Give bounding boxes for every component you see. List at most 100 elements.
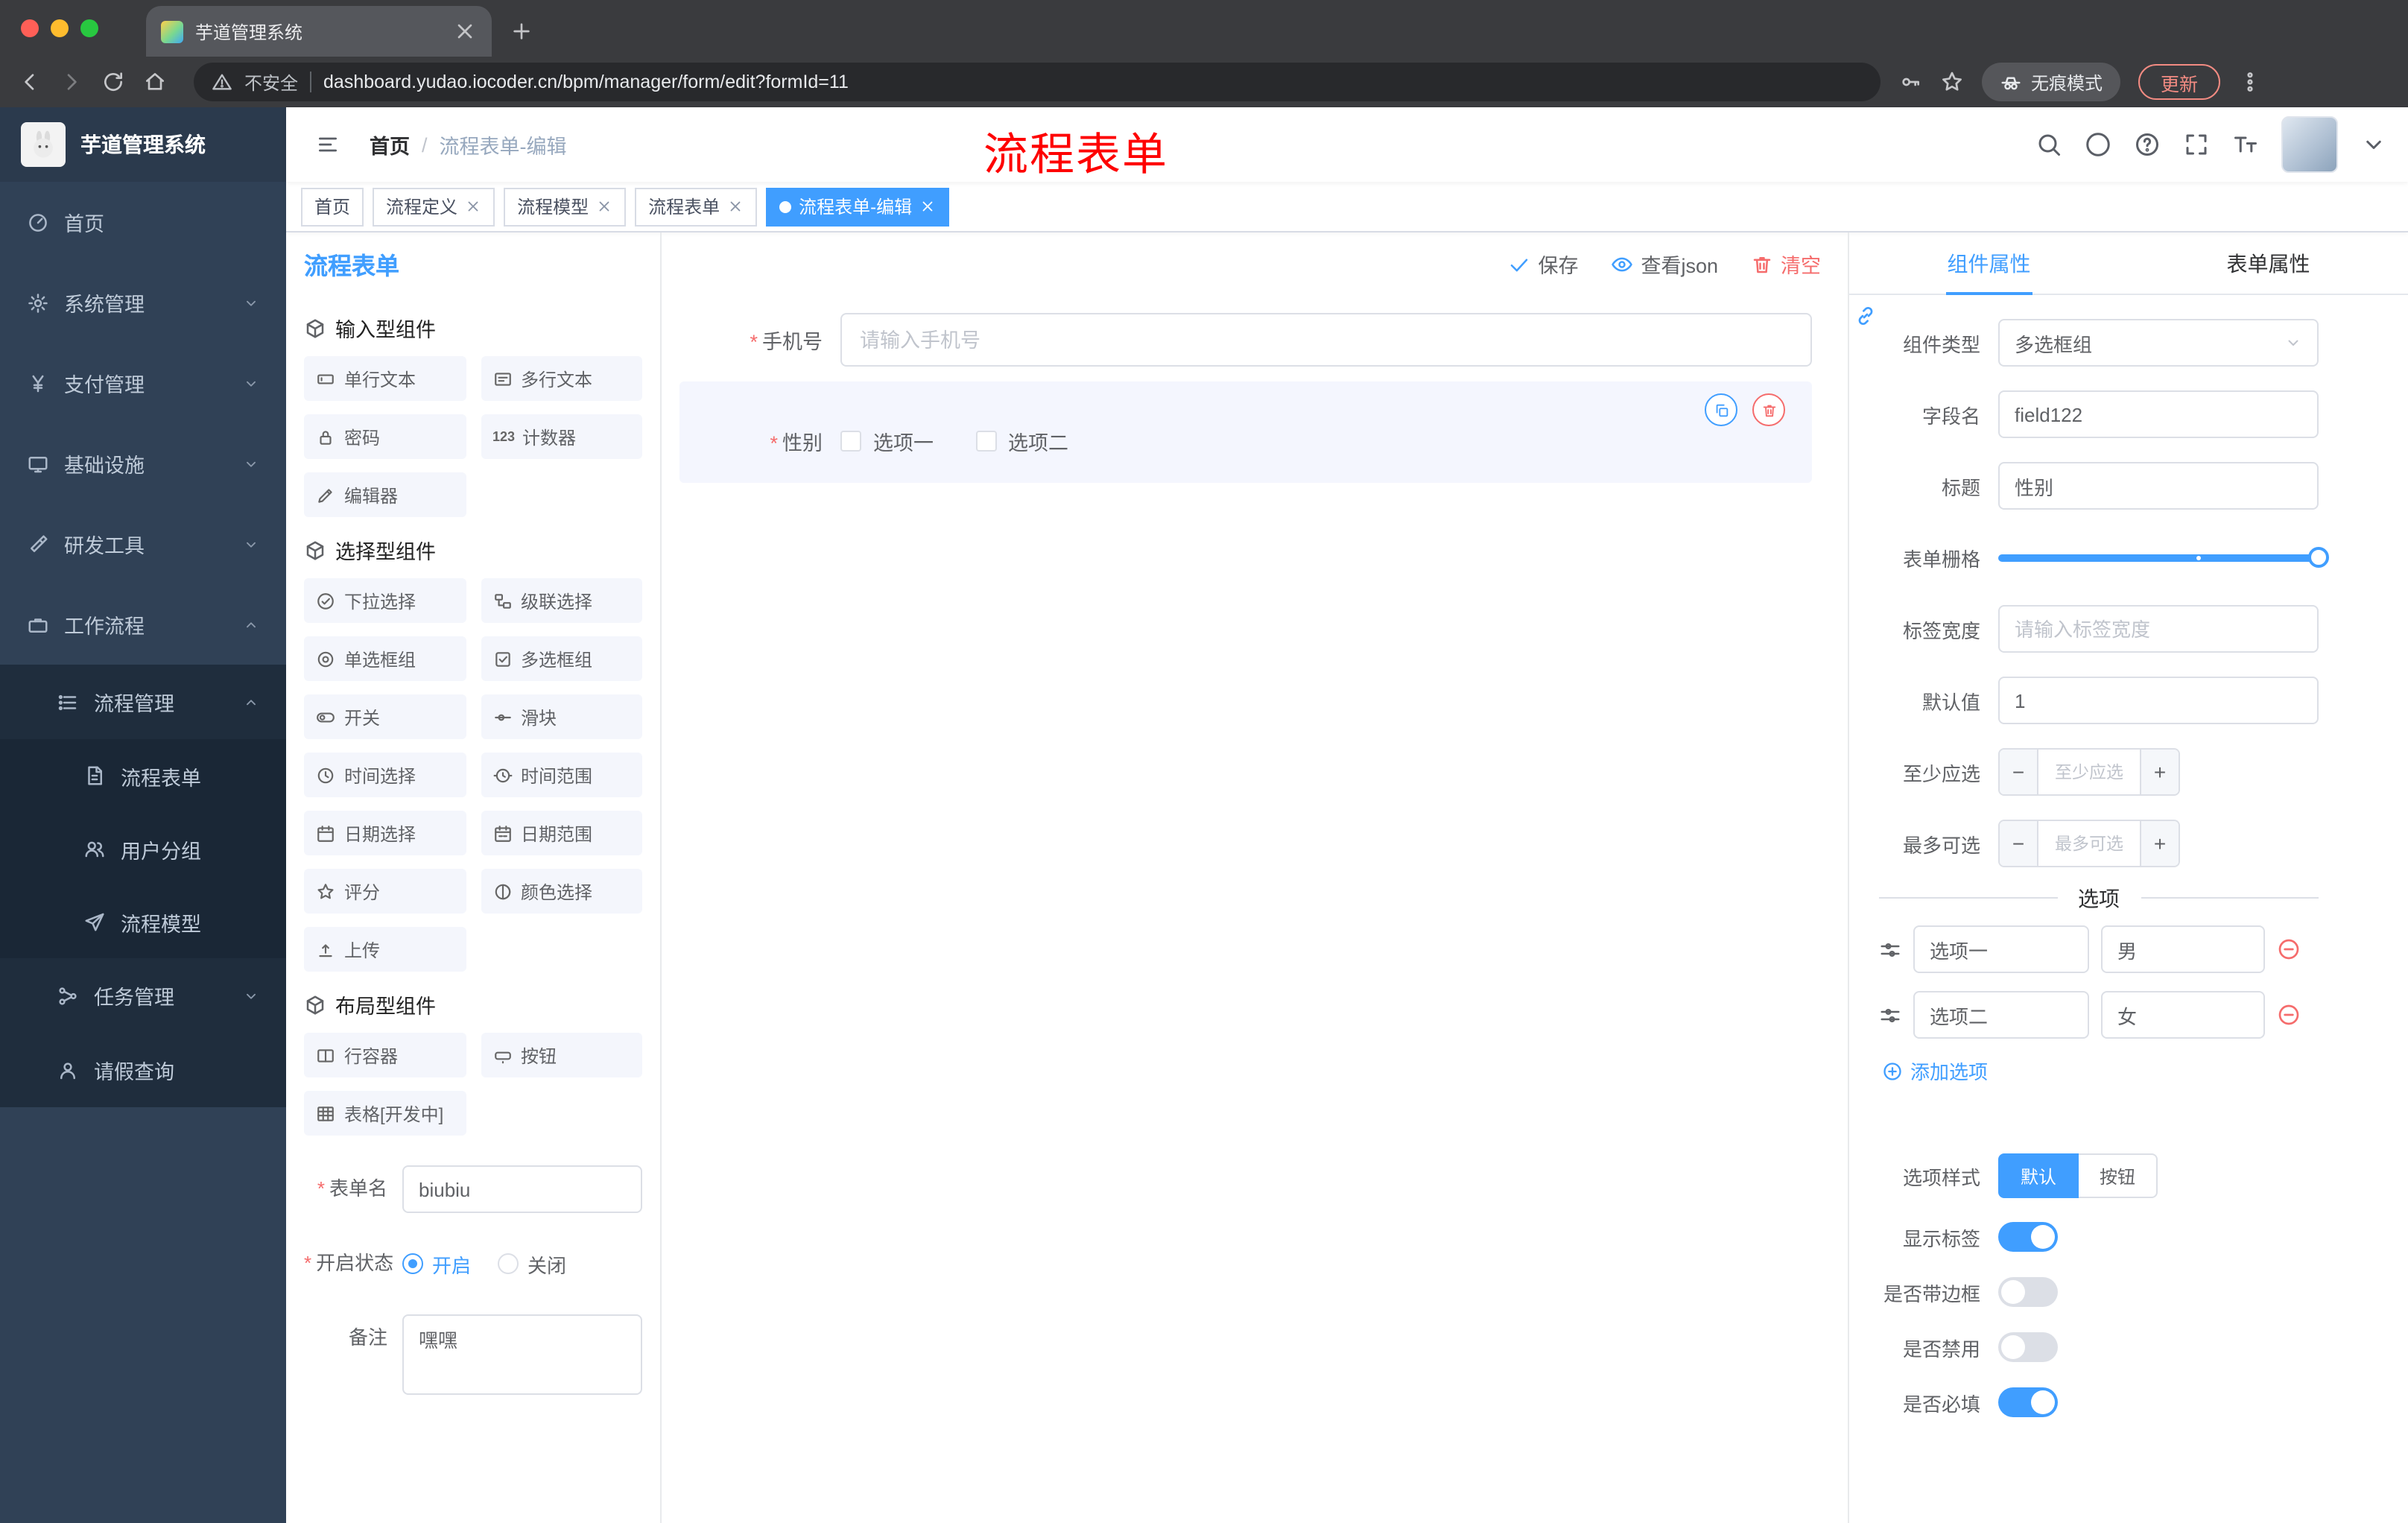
sidebar-item-home[interactable]: 首页 <box>0 182 286 262</box>
option-style-default-button[interactable]: 默认 <box>1998 1153 2079 1198</box>
hamburger-icon[interactable] <box>316 133 340 156</box>
sidebar-item-payment[interactable]: 支付管理 <box>0 343 286 423</box>
zoom-window-button[interactable] <box>80 19 98 37</box>
palette-item-multi-line-text[interactable]: 多行文本 <box>481 356 642 401</box>
sidebar-item-task-mgmt[interactable]: 任务管理 <box>0 958 286 1033</box>
avatar-caret-down-icon[interactable] <box>2360 131 2387 158</box>
form-remark-textarea[interactable]: 嘿嘿 <box>402 1314 642 1395</box>
palette-item-password[interactable]: 密码 <box>304 414 466 459</box>
decrease-button[interactable]: − <box>2000 821 2038 866</box>
drag-handle-icon[interactable] <box>1879 938 1901 960</box>
palette-item-date-range[interactable]: 日期范围 <box>481 811 642 855</box>
palette-item-slider[interactable]: 滑块 <box>481 694 642 739</box>
option-2-value-input[interactable] <box>2101 991 2265 1039</box>
remove-option-icon[interactable] <box>2277 1003 2301 1027</box>
slider-handle[interactable] <box>2308 546 2329 567</box>
bookmark-star-icon[interactable] <box>1940 70 1964 94</box>
max-select-value[interactable]: 最多可选 <box>2038 821 2140 866</box>
tab-component-props[interactable]: 组件属性 <box>1849 232 2129 294</box>
palette-item-row-container[interactable]: 行容器 <box>304 1033 466 1077</box>
close-icon[interactable] <box>919 198 936 215</box>
label-width-input[interactable] <box>1998 605 2319 653</box>
browser-update-button[interactable]: 更新 <box>2138 64 2221 100</box>
option-1-value-input[interactable] <box>2101 925 2265 973</box>
sidebar-item-process-form[interactable]: 流程表单 <box>0 739 286 812</box>
tag-process-model[interactable]: 流程模型 <box>504 187 627 226</box>
tag-process-form[interactable]: 流程表单 <box>635 187 758 226</box>
palette-item-counter[interactable]: 123 计数器 <box>481 414 642 459</box>
sidebar-item-user-group[interactable]: 用户分组 <box>0 812 286 885</box>
form-grid-slider[interactable] <box>1998 533 2329 581</box>
gender-widget-selected[interactable]: 性别 选项一 选项二 <box>679 381 1812 483</box>
browser-tab[interactable]: 芋道管理系统 <box>146 6 492 57</box>
tab-form-props[interactable]: 表单属性 <box>2129 232 2408 294</box>
tab-close-icon[interactable] <box>453 19 477 43</box>
remove-option-icon[interactable] <box>2277 937 2301 961</box>
palette-item-rate[interactable]: 评分 <box>304 869 466 914</box>
option-style-button-button[interactable]: 按钮 <box>2079 1153 2158 1198</box>
sidebar-logo[interactable]: 芋道管理系统 <box>0 107 286 182</box>
view-json-button[interactable]: 查看json <box>1611 249 1718 279</box>
decrease-button[interactable]: − <box>2000 750 2038 794</box>
status-radio-closed[interactable]: 关闭 <box>498 1250 566 1278</box>
palette-item-select-dropdown[interactable]: 下拉选择 <box>304 578 466 623</box>
palette-item-rich-editor[interactable]: 编辑器 <box>304 472 466 517</box>
checkbox-option-2[interactable]: 选项二 <box>975 426 1068 456</box>
phone-input[interactable] <box>840 313 1812 367</box>
sidebar-item-process-mgmt[interactable]: 流程管理 <box>0 665 286 739</box>
font-size-icon[interactable] <box>2232 131 2259 158</box>
tag-home[interactable]: 首页 <box>301 187 364 226</box>
disabled-toggle[interactable] <box>1998 1332 2058 1362</box>
forward-icon[interactable] <box>60 70 83 94</box>
title-input[interactable] <box>1998 462 2319 510</box>
palette-item-cascader[interactable]: 级联选择 <box>481 578 642 623</box>
option-2-label-input[interactable] <box>1913 991 2089 1039</box>
palette-item-color-picker[interactable]: 颜色选择 <box>481 869 642 914</box>
component-type-select[interactable]: 多选框组 <box>1998 319 2319 367</box>
form-name-input[interactable] <box>402 1165 642 1213</box>
breadcrumb-home[interactable]: 首页 <box>370 130 410 159</box>
min-select-value[interactable]: 至少应选 <box>2038 750 2140 794</box>
home-icon[interactable] <box>143 70 167 94</box>
required-toggle[interactable] <box>1998 1387 2058 1417</box>
search-icon[interactable] <box>2035 131 2062 158</box>
sidebar-item-devtools[interactable]: 研发工具 <box>0 504 286 584</box>
checkbox-option-1[interactable]: 选项一 <box>840 426 934 456</box>
save-button[interactable]: 保存 <box>1508 249 1578 279</box>
palette-item-date-picker[interactable]: 日期选择 <box>304 811 466 855</box>
palette-item-button[interactable]: 按钮 <box>481 1033 642 1077</box>
fullscreen-icon[interactable] <box>2183 131 2210 158</box>
clear-button[interactable]: 清空 <box>1751 249 1821 279</box>
palette-item-table-dev[interactable]: 表格[开发中] <box>304 1091 466 1136</box>
default-value-input[interactable] <box>1998 677 2319 724</box>
sidebar-item-process-model[interactable]: 流程模型 <box>0 885 286 958</box>
palette-item-single-line-text[interactable]: 单行文本 <box>304 356 466 401</box>
palette-item-switch[interactable]: 开关 <box>304 694 466 739</box>
copy-widget-button[interactable] <box>1705 393 1737 426</box>
increase-button[interactable]: + <box>2140 821 2179 866</box>
github-icon[interactable] <box>2085 131 2111 158</box>
status-radio-open[interactable]: 开启 <box>402 1250 471 1278</box>
tag-process-definition[interactable]: 流程定义 <box>373 187 495 226</box>
sidebar-item-system[interactable]: 系统管理 <box>0 262 286 343</box>
browser-menu-icon[interactable] <box>2238 70 2262 94</box>
palette-item-checkbox-group[interactable]: 多选框组 <box>481 636 642 681</box>
increase-button[interactable]: + <box>2140 750 2179 794</box>
drag-handle-icon[interactable] <box>1879 1004 1901 1026</box>
option-1-label-input[interactable] <box>1913 925 2089 973</box>
close-icon[interactable] <box>596 198 612 215</box>
sidebar-item-infrastructure[interactable]: 基础设施 <box>0 423 286 504</box>
phone-field-row[interactable]: 手机号 <box>679 313 1812 367</box>
help-icon[interactable] <box>2134 131 2161 158</box>
palette-item-radio-group[interactable]: 单选框组 <box>304 636 466 681</box>
new-tab-button[interactable] <box>510 19 533 43</box>
close-window-button[interactable] <box>21 19 39 37</box>
close-icon[interactable] <box>727 198 744 215</box>
with-border-toggle[interactable] <box>1998 1277 2058 1307</box>
field-name-input[interactable] <box>1998 390 2319 438</box>
add-option-button[interactable]: 添加选项 <box>1882 1057 2319 1085</box>
url-bar[interactable]: 不安全 dashboard.yudao.iocoder.cn/bpm/manag… <box>194 63 1881 101</box>
reload-icon[interactable] <box>101 70 125 94</box>
show-label-toggle[interactable] <box>1998 1222 2058 1252</box>
link-icon[interactable] <box>1854 304 1878 328</box>
